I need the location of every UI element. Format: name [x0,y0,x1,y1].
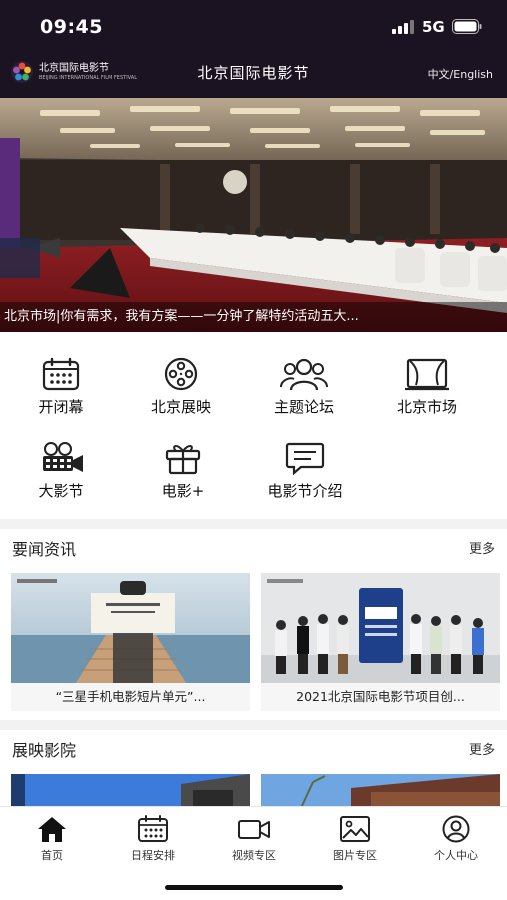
tab-pictures[interactable]: 图片专区 [305,815,405,863]
home-icon [38,817,66,842]
news-card[interactable]: 2021北京国际电影节项目创... [261,573,500,711]
quick-menu-label: 开闭幕 [38,398,84,416]
quick-menu-label: 电影节介绍 [267,482,343,500]
schedule-calendar-icon [138,815,168,842]
signal-icon [392,20,414,34]
quick-menu-label: 主题论坛 [273,398,334,416]
news-card-title: 2021北京国际电影节项目创... [296,689,465,704]
quick-menu-festival-intro[interactable]: 电影节介绍 [250,441,360,501]
quick-menu-opening-closing[interactable]: 开闭幕 [6,357,116,417]
quick-menu-label: 北京市场 [396,398,457,416]
tab-video[interactable]: 视频专区 [204,815,304,863]
home-indicator[interactable] [165,885,343,890]
news-thumbnail [11,573,250,683]
quick-menu-grid: 开闭幕 北京展映 主题论坛 北京市场 大影节 电影+ 电影节介绍 [0,345,507,515]
cinema-card[interactable] [11,774,250,808]
tab-label: 个人中心 [434,849,478,862]
news-card[interactable]: “三星手机电影短片单元”... [11,573,250,711]
people-group-icon [280,358,328,391]
quick-menu-beijing-market[interactable]: 北京市场 [372,357,482,417]
battery-icon [452,19,482,34]
banner-image [0,98,507,332]
section-divider [0,720,507,730]
calendar-icon [42,357,80,391]
tab-label: 首页 [41,849,63,862]
film-camera-icon [43,442,83,472]
quick-menu-film-plus[interactable]: 电影+ [128,441,238,501]
news-card-title: “三星手机电影短片单元”... [55,689,206,704]
picture-icon [340,816,370,842]
quick-menu-forum[interactable]: 主题论坛 [249,357,359,417]
news-section-title: 要闻资讯 [12,540,77,559]
network-type: 5G [422,18,445,36]
tab-profile[interactable]: 个人中心 [406,815,506,863]
stage-curtain-icon [405,358,449,391]
app-header: 北京国际电影节 BEIJING INTERNATIONAL FILM FESTI… [0,56,507,98]
quick-menu-label: 大影节 [38,482,84,500]
banner-caption[interactable]: 北京市场|你有需求，我有方案——一分钟了解特约活动五大... [0,302,507,332]
language-switch[interactable]: 中文/English [428,66,493,82]
news-thumbnail [261,573,500,683]
cinema-section-title: 展映影院 [12,741,77,760]
status-time: 09:45 [40,16,103,38]
cinema-more-link[interactable]: 更多 [469,739,495,758]
news-section-header: 要闻资讯 更多 [0,530,507,564]
quick-menu-label: 电影+ [161,482,205,500]
tab-label: 图片专区 [333,849,377,862]
tab-schedule[interactable]: 日程安排 [103,815,203,863]
cinema-card[interactable] [261,774,500,808]
tab-label: 视频专区 [232,849,276,862]
status-bar: 09:45 5G [0,0,507,56]
banner-carousel[interactable]: 北京市场|你有需求，我有方案——一分钟了解特约活动五大... [0,98,507,332]
cinema-section-header: 展映影院 更多 [0,731,507,765]
quick-menu-label: 北京展映 [150,398,211,416]
quick-menu-big-festival[interactable]: 大影节 [6,441,116,501]
cinema-thumbnail [11,774,250,808]
section-divider [0,519,507,529]
tab-home[interactable]: 首页 [2,815,102,863]
user-profile-icon [442,815,470,843]
video-camera-icon [238,820,270,839]
quick-menu-beijing-screening[interactable]: 北京展映 [126,357,236,417]
tab-label: 日程安排 [131,849,175,862]
gift-icon [165,445,201,475]
film-reel-icon [164,357,198,391]
message-icon [285,442,325,475]
news-more-link[interactable]: 更多 [469,538,495,557]
cinema-thumbnail [261,774,500,808]
